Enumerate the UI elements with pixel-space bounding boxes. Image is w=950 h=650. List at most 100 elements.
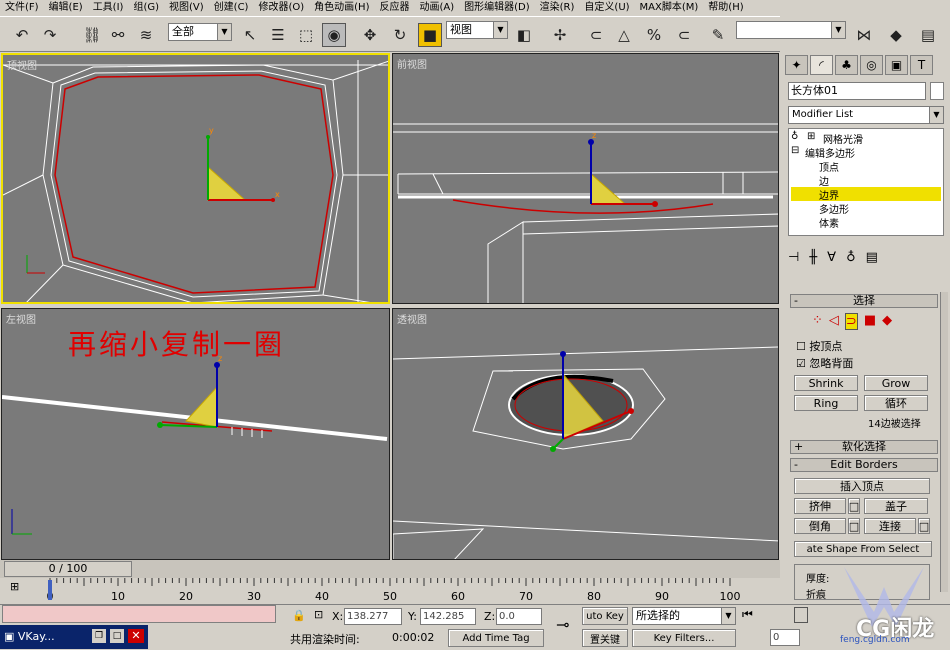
edit-named-selection-icon[interactable]: ✎	[706, 23, 730, 47]
viewport-label-front[interactable]: 前视图	[397, 56, 427, 71]
viewport-perspective[interactable]: 透视图	[392, 308, 779, 560]
stack-item-element[interactable]: 体素	[819, 215, 839, 230]
bind-space-warp-icon[interactable]: ≋	[134, 23, 158, 47]
connect-settings-icon[interactable]: □	[918, 518, 930, 534]
loop-button[interactable]: 循环	[864, 395, 928, 411]
menu-item-2[interactable]: 工具(I)	[88, 0, 129, 16]
snap-toggle-icon[interactable]: ⊂	[584, 23, 608, 47]
viewport-label-left[interactable]: 左视图	[6, 311, 36, 326]
expand-icon[interactable]: ⊞	[807, 131, 815, 142]
insert-vertex-button[interactable]: 插入顶点	[794, 478, 930, 494]
mirror-icon[interactable]: ⋈	[852, 23, 876, 47]
maxscript-listener[interactable]	[2, 605, 276, 623]
timeline-ruler[interactable]: 0102030405060708090100	[0, 578, 780, 604]
menu-item-1[interactable]: 编辑(E)	[44, 0, 88, 16]
element-mode-icon[interactable]: ◆	[882, 313, 892, 330]
link-icon[interactable]: ⛓	[80, 23, 104, 47]
set-key-button[interactable]: 置关键	[582, 629, 628, 647]
grow-button[interactable]: Grow	[864, 375, 928, 391]
rotate-icon[interactable]: ↻	[388, 23, 412, 47]
collapse-icon[interactable]: ⊟	[791, 145, 799, 156]
layer-manager-icon[interactable]: ▤	[916, 23, 940, 47]
menu-item-14[interactable]: 帮助(H)	[703, 0, 748, 16]
menu-item-7[interactable]: 角色动画(H)	[309, 0, 374, 16]
stack-item-edit-poly[interactable]: 编辑多边形	[805, 145, 855, 160]
unlink-icon[interactable]: ⚯	[106, 23, 130, 47]
menu-item-13[interactable]: MAX脚本(M)	[635, 0, 704, 16]
time-slider-track[interactable]: 0 / 100	[0, 560, 780, 578]
menu-item-5[interactable]: 创建(C)	[209, 0, 254, 16]
viewport-label-perspective[interactable]: 透视图	[397, 311, 427, 326]
stack-item-mesh-smooth[interactable]: 网格光滑	[823, 131, 863, 146]
make-unique-icon[interactable]: ∀	[827, 250, 836, 274]
selection-rollout-header[interactable]: - 选择	[790, 294, 938, 308]
absolute-mode-icon[interactable]: ⊡	[314, 608, 323, 621]
ignore-backfacing-checkbox[interactable]: ☑ 忽略背面	[796, 355, 853, 371]
manipulate-icon[interactable]: ✢	[548, 23, 572, 47]
stack-item-edge[interactable]: 边	[819, 173, 829, 188]
cap-button[interactable]: 盖子	[864, 498, 928, 514]
selection-filter-dropdown[interactable]: 全部 ▼	[168, 23, 232, 41]
window-crossing-icon[interactable]: ◉	[322, 23, 346, 47]
edit-borders-rollout-header[interactable]: - Edit Borders	[790, 458, 938, 472]
current-frame-field[interactable]: 0	[770, 629, 800, 646]
select-by-name-icon[interactable]: ☰	[266, 23, 290, 47]
stack-item-border[interactable]: 边界	[819, 187, 839, 202]
menu-item-11[interactable]: 渲染(R)	[535, 0, 580, 16]
pin-stack-icon[interactable]: ⊣	[788, 250, 799, 274]
maximize-icon[interactable]: □	[110, 629, 124, 643]
rectangle-region-icon[interactable]: ⬚	[294, 23, 318, 47]
lock-selection-icon[interactable]: 🔒	[292, 609, 306, 622]
stack-item-vertex[interactable]: 顶点	[819, 159, 839, 174]
key-filters-button[interactable]: Key Filters...	[632, 629, 736, 647]
percent-snap-icon[interactable]: %	[642, 23, 666, 47]
menu-item-12[interactable]: 自定义(U)	[579, 0, 634, 16]
menu-item-0[interactable]: 文件(F)	[0, 0, 44, 16]
modifier-list-dropdown[interactable]: Modifier List ▼	[788, 106, 944, 124]
pivot-center-icon[interactable]: ◧	[512, 23, 536, 47]
move-icon[interactable]: ✥	[358, 23, 382, 47]
menu-item-10[interactable]: 图形编辑器(D)	[459, 0, 535, 16]
y-coordinate-field[interactable]: 142.285	[420, 608, 476, 625]
by-vertex-checkbox[interactable]: ☐ 按顶点	[796, 338, 842, 354]
ring-button[interactable]: Ring	[794, 395, 858, 411]
viewport-front[interactable]: z 前视图	[392, 53, 779, 304]
edge-mode-icon[interactable]: ◁	[829, 313, 839, 330]
connect-button[interactable]: 连接	[864, 518, 916, 534]
close-icon[interactable]: ✕	[128, 629, 144, 643]
time-slider[interactable]: 0 / 100	[4, 561, 132, 577]
stack-item-polygon[interactable]: 多边形	[819, 201, 849, 216]
soft-selection-rollout-header[interactable]: + 软化选择	[790, 440, 938, 454]
auto-key-button[interactable]: uto Key	[582, 607, 628, 625]
chamfer-settings-icon[interactable]: □	[848, 518, 860, 534]
motion-tab-icon[interactable]: ◎	[860, 55, 883, 75]
configure-sets-icon[interactable]: ▤	[866, 250, 878, 274]
create-shape-button[interactable]: ate Shape From Select	[794, 541, 932, 557]
display-tab-icon[interactable]: ▣	[885, 55, 908, 75]
undo-icon[interactable]: ↶	[10, 23, 34, 47]
reference-coordinate-dropdown[interactable]: 视图 ▼	[446, 21, 508, 39]
key-selection-dropdown[interactable]: 所选择的 ▼	[632, 607, 736, 625]
utilities-tab-icon[interactable]: T	[910, 55, 933, 75]
named-selection-dropdown[interactable]: ▼	[736, 21, 846, 39]
show-end-result-icon[interactable]: ╫	[809, 250, 817, 274]
add-time-tag-button[interactable]: Add Time Tag	[448, 629, 544, 647]
angle-snap-icon[interactable]: △	[612, 23, 636, 47]
viewport-top[interactable]: x y 顶视图	[1, 53, 390, 304]
extrude-button[interactable]: 挤伸	[794, 498, 846, 514]
border-mode-icon[interactable]: ⊃	[844, 313, 858, 330]
object-name-field[interactable]: 长方体01	[788, 82, 926, 100]
lightbulb-icon[interactable]: ♁	[791, 131, 798, 142]
select-icon[interactable]: ↖	[238, 23, 262, 47]
scale-icon[interactable]: ■	[418, 23, 442, 47]
panel-scrollbar[interactable]	[940, 292, 948, 592]
menu-item-8[interactable]: 反应器	[374, 0, 414, 16]
object-color-swatch[interactable]	[930, 82, 944, 100]
spinner-snap-icon[interactable]: ⊂	[672, 23, 696, 47]
shrink-button[interactable]: Shrink	[794, 375, 858, 391]
create-tab-icon[interactable]: ✦	[785, 55, 808, 75]
viewport-label-top[interactable]: 顶视图	[7, 57, 37, 72]
menu-item-9[interactable]: 动画(A)	[414, 0, 459, 16]
viewport-left[interactable]: z 左视图 再缩小复制一圈	[1, 308, 390, 560]
set-key-mode-icon[interactable]: ⊸	[556, 615, 569, 634]
